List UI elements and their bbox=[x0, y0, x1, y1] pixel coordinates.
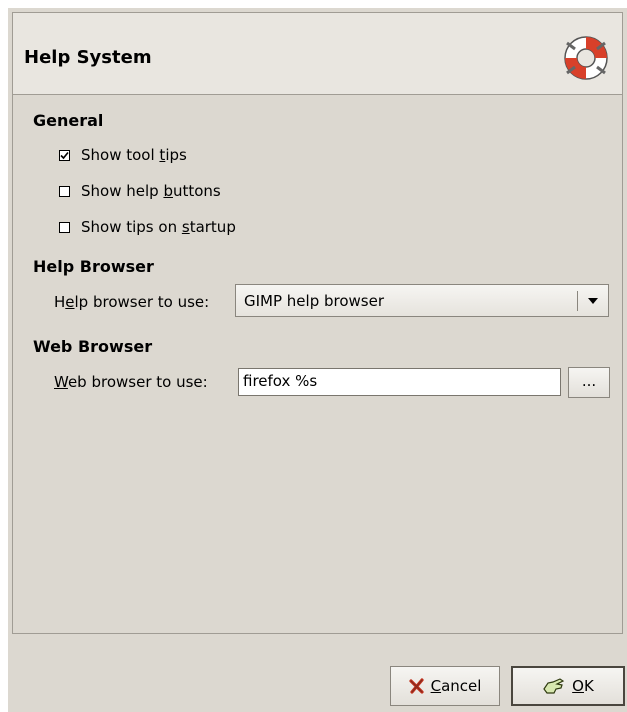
cancel-label: Cancel bbox=[430, 677, 482, 695]
help-browser-select[interactable]: GIMP help browser bbox=[235, 284, 609, 317]
ok-button[interactable]: OK bbox=[511, 666, 625, 706]
help-system-panel: Help System General Show tool tips Show … bbox=[12, 12, 623, 634]
page-title: Help System bbox=[24, 47, 152, 68]
combo-separator bbox=[577, 291, 578, 311]
show-tool-tips-checkbox[interactable]: Show tool tips bbox=[59, 145, 187, 165]
show-help-buttons-checkbox[interactable]: Show help buttons bbox=[59, 181, 221, 201]
help-lifebuoy-icon bbox=[564, 36, 608, 80]
cancel-icon bbox=[408, 678, 424, 694]
checkbox-box[interactable] bbox=[59, 149, 70, 161]
show-tips-on-startup-label: Show tips on startup bbox=[81, 218, 236, 236]
help-browser-heading: Help Browser bbox=[33, 257, 154, 276]
checkbox-box[interactable] bbox=[59, 185, 70, 197]
show-tool-tips-label: Show tool tips bbox=[81, 146, 187, 164]
chevron-down-icon[interactable] bbox=[588, 298, 598, 304]
help-browser-selected: GIMP help browser bbox=[244, 292, 385, 310]
ok-label: OK bbox=[572, 677, 594, 695]
show-tips-on-startup-checkbox[interactable]: Show tips on startup bbox=[59, 217, 236, 237]
show-help-buttons-label: Show help buttons bbox=[81, 182, 221, 200]
browse-button[interactable]: ... bbox=[568, 367, 610, 398]
checkbox-box[interactable] bbox=[59, 221, 70, 233]
web-browser-label: Web browser to use: bbox=[54, 373, 208, 391]
help-browser-label: Help browser to use: bbox=[54, 293, 210, 311]
web-browser-input[interactable]: firefox %s bbox=[238, 368, 561, 396]
ok-hand-icon bbox=[543, 678, 565, 694]
general-heading: General bbox=[33, 111, 104, 130]
web-browser-heading: Web Browser bbox=[33, 337, 153, 356]
panel-header: Help System bbox=[13, 13, 622, 95]
cancel-button[interactable]: Cancel bbox=[390, 666, 500, 706]
preferences-dialog: Help System General Show tool tips Show … bbox=[8, 8, 627, 712]
